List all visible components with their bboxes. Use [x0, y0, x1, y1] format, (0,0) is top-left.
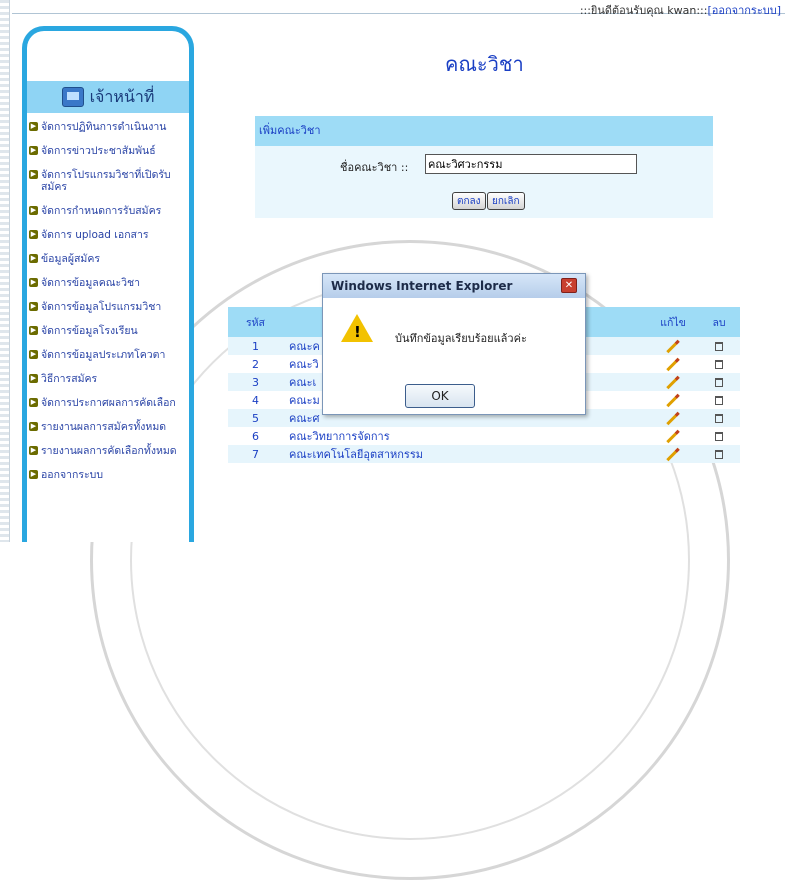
arrow-icon: ▶	[29, 350, 38, 359]
arrow-icon: ▶	[29, 470, 38, 479]
row-id: 2	[228, 355, 283, 373]
cancel-button[interactable]: ยกเลิก	[487, 192, 525, 210]
arrow-icon: ▶	[29, 146, 38, 155]
edit-pencil-icon[interactable]	[666, 447, 680, 462]
computer-icon	[61, 87, 84, 107]
edit-pencil-icon[interactable]	[666, 393, 680, 408]
row-name: คณะเทคโนโลยีอุตสาหกรรม	[283, 445, 648, 463]
row-id: 3	[228, 373, 283, 391]
arrow-icon: ▶	[29, 170, 38, 179]
sidebar-item-applicants[interactable]: ▶ ข้อมูลผู้สมัคร	[27, 253, 189, 265]
sidebar-item-news[interactable]: ▶ จัดการข่าวประชาสัมพันธ์	[27, 145, 189, 157]
welcome-text: :::ยินดีต้อนรับคุณ kwan:::	[579, 4, 708, 17]
arrow-icon: ▶	[29, 122, 38, 131]
row-id: 7	[228, 445, 283, 463]
submit-button[interactable]: ตกลง	[452, 192, 486, 210]
edit-pencil-icon[interactable]	[666, 357, 680, 372]
sidebar-item-quota[interactable]: ▶ จัดการข้อมูลประเภทโควตา	[27, 349, 189, 361]
logout-link[interactable]: [ออกจากระบบ]	[707, 4, 781, 17]
dialog-title: Windows Internet Explorer	[331, 279, 513, 293]
sidebar-title: เจ้าหน้าที่	[89, 86, 155, 106]
edit-pencil-icon[interactable]	[666, 429, 680, 444]
sidebar-menu: ▶ จัดการปฏิทินการดำเนินงาน ▶ จัดการข่าวประ…	[27, 121, 189, 493]
arrow-icon: ▶	[29, 230, 38, 239]
faculty-name-input[interactable]	[425, 154, 637, 174]
welcome-area: :::ยินดีต้อนรับคุณ kwan:::[ออกจากระบบ]	[580, 1, 781, 19]
sidebar-header: เจ้าหน้าที่	[27, 81, 189, 113]
delete-bin-icon[interactable]	[715, 432, 723, 441]
arrow-icon: ▶	[29, 206, 38, 215]
arrow-icon: ▶	[29, 278, 38, 287]
delete-bin-icon[interactable]	[715, 378, 723, 387]
faculty-name-label: ชื่อคณะวิชา ::	[340, 161, 409, 174]
edit-pencil-icon[interactable]	[666, 411, 680, 426]
sidebar-item-howto[interactable]: ▶ วิธีการสมัคร	[27, 373, 189, 385]
arrow-icon: ▶	[29, 254, 38, 263]
arrow-icon: ▶	[29, 302, 38, 311]
arrow-icon: ▶	[29, 446, 38, 455]
row-name: คณะวิทยาการจัดการ	[283, 427, 648, 445]
sidebar-item-logout[interactable]: ▶ ออกจากระบบ	[27, 469, 189, 481]
delete-bin-icon[interactable]	[715, 342, 723, 351]
arrow-icon: ▶	[29, 398, 38, 407]
arrow-icon: ▶	[29, 326, 38, 335]
add-faculty-form: เพิ่มคณะวิชา ชื่อคณะวิชา :: ตกลง ยกเลิก	[255, 116, 713, 218]
top-bar: :::ยินดีต้อนรับคุณ kwan:::[ออกจากระบบ]	[12, 0, 785, 17]
column-header-id: รหัส	[228, 307, 283, 337]
table-row: 7 คณะเทคโนโลยีอุตสาหกรรม	[228, 445, 740, 463]
sidebar-item-report-selection[interactable]: ▶ รายงานผลการคัดเลือกทั้งหมด	[27, 445, 189, 457]
dialog-message: บันทึกข้อมูลเรียบร้อยแล้วค่ะ	[395, 332, 527, 345]
ok-button[interactable]: OK	[405, 384, 475, 408]
row-id: 4	[228, 391, 283, 409]
sidebar-item-faculty[interactable]: ▶ จัดการข้อมูลคณะวิชา	[27, 277, 189, 289]
row-id: 5	[228, 409, 283, 427]
sidebar-item-schools[interactable]: ▶ จัดการข้อมูลโรงเรียน	[27, 325, 189, 337]
alert-dialog: Windows Internet Explorer ✕ ! บันทึกข้อม…	[322, 273, 586, 415]
arrow-icon: ▶	[29, 374, 38, 383]
edit-pencil-icon[interactable]	[666, 375, 680, 390]
sidebar-item-schedule[interactable]: ▶ จัดการกำหนดการรับสมัคร	[27, 205, 189, 217]
page-title: คณะวิชา	[445, 52, 524, 76]
sidebar-item-calendar[interactable]: ▶ จัดการปฏิทินการดำเนินงาน	[27, 121, 189, 133]
arrow-icon: ▶	[29, 422, 38, 431]
delete-bin-icon[interactable]	[715, 450, 723, 459]
row-id: 1	[228, 337, 283, 355]
column-header-edit: แก้ไข	[648, 307, 698, 337]
sidebar-item-programs[interactable]: ▶ จัดการข้อมูลโปรแกรมวิชา	[27, 301, 189, 313]
close-icon[interactable]: ✕	[561, 278, 577, 293]
sidebar-item-results[interactable]: ▶ จัดการประกาศผลการคัดเลือก	[27, 397, 189, 409]
edit-pencil-icon[interactable]	[666, 339, 680, 354]
left-border-decoration	[0, 0, 10, 542]
delete-bin-icon[interactable]	[715, 414, 723, 423]
column-header-delete: ลบ	[698, 307, 740, 337]
warning-icon-mark: !	[354, 323, 361, 341]
delete-bin-icon[interactable]	[715, 396, 723, 405]
form-header: เพิ่มคณะวิชา	[255, 116, 713, 146]
dialog-title-bar: Windows Internet Explorer ✕	[323, 274, 585, 298]
row-id: 6	[228, 427, 283, 445]
sidebar-item-report-applications[interactable]: ▶ รายงานผลการสมัครทั้งหมด	[27, 421, 189, 433]
table-row: 6 คณะวิทยาการจัดการ	[228, 427, 740, 445]
sidebar: เจ้าหน้าที่ ▶ จัดการปฏิทินการดำเนินงาน ▶ จ…	[22, 26, 194, 542]
sidebar-item-upload[interactable]: ▶ จัดการ upload เอกสาร	[27, 229, 189, 241]
sidebar-item-open-programs[interactable]: ▶ จัดการโปรแกรมวิชาที่เปิดรับสมัคร	[27, 169, 189, 193]
delete-bin-icon[interactable]	[715, 360, 723, 369]
